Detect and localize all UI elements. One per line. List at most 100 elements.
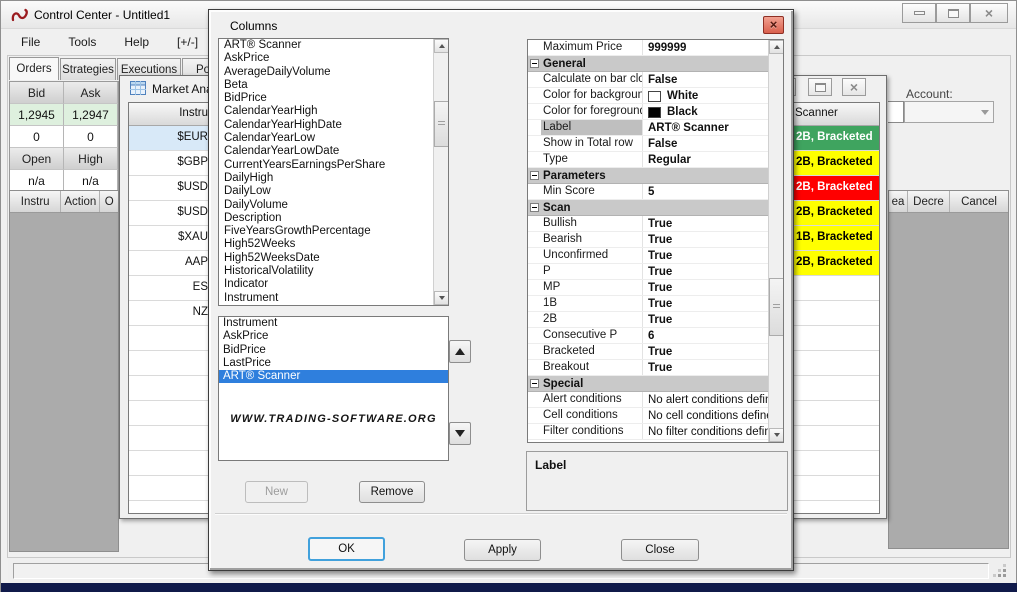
orders-col-instrument[interactable]: Instru xyxy=(10,191,61,212)
instrument-cell[interactable] xyxy=(129,326,213,350)
selected-column-item[interactable]: BidPrice xyxy=(219,344,448,357)
property-name[interactable]: Filter conditions xyxy=(541,424,642,439)
scanner-cell[interactable]: 2B, Bracketed xyxy=(791,126,879,150)
available-column-item[interactable]: FiveYearsGrowthPercentage xyxy=(220,225,433,238)
instrument-cell[interactable] xyxy=(129,476,213,500)
property-value[interactable]: True xyxy=(642,248,768,263)
property-name[interactable]: P xyxy=(541,264,642,279)
order-entry-field-fragment[interactable] xyxy=(888,101,904,123)
property-value[interactable]: ART® Scanner xyxy=(642,120,768,135)
property-row[interactable]: BullishTrue xyxy=(528,216,768,232)
property-row[interactable]: BearishTrue xyxy=(528,232,768,248)
available-column-item[interactable]: CalendarYearHighDate xyxy=(220,119,433,132)
maximize-button[interactable] xyxy=(936,3,970,23)
property-value[interactable]: Regular xyxy=(642,152,768,167)
property-name[interactable]: Unconfirmed xyxy=(541,248,642,263)
property-name[interactable]: Bearish xyxy=(541,232,642,247)
ma-maximize-button[interactable] xyxy=(808,78,832,96)
orders-col-action[interactable]: Action xyxy=(61,191,100,212)
selected-column-item[interactable]: LastPrice xyxy=(219,357,448,370)
instrument-cell[interactable]: $GBP xyxy=(129,151,213,175)
property-name[interactable]: Label xyxy=(541,120,642,135)
available-column-item[interactable]: DailyHigh xyxy=(220,172,433,185)
property-value[interactable]: True xyxy=(642,232,768,247)
scanner-cell[interactable] xyxy=(791,476,879,500)
tab-strategies[interactable]: Strategies xyxy=(60,58,116,80)
property-name[interactable]: Calculate on bar clos xyxy=(541,72,642,87)
property-value[interactable]: No alert conditions define xyxy=(642,392,768,407)
property-name[interactable]: Maximum Price xyxy=(541,40,642,55)
scanner-cell[interactable]: 2B, Bracketed xyxy=(791,151,879,175)
property-section-row[interactable]: Scan xyxy=(528,200,768,216)
menu-help[interactable]: Help xyxy=(124,35,149,49)
menu-tools[interactable]: Tools xyxy=(68,35,96,49)
available-column-item[interactable]: High52Weeks xyxy=(220,238,433,251)
selected-column-item[interactable]: ART® Scanner xyxy=(219,370,448,383)
property-row[interactable]: Alert conditionsNo alert conditions defi… xyxy=(528,392,768,408)
available-column-item[interactable]: DailyVolume xyxy=(220,199,433,212)
property-value[interactable]: False xyxy=(642,72,768,87)
ok-button[interactable]: OK xyxy=(308,537,385,561)
property-row[interactable]: Color for backgroundWhite xyxy=(528,88,768,104)
orders-col-increase[interactable]: ea xyxy=(889,191,908,212)
property-row[interactable]: Filter conditionsNo filter conditions de… xyxy=(528,424,768,440)
remove-button[interactable]: Remove xyxy=(359,481,425,503)
scroll-down-button[interactable] xyxy=(769,428,784,442)
property-row[interactable]: PTrue xyxy=(528,264,768,280)
dialog-close-action-button[interactable]: Close xyxy=(621,539,699,561)
collapse-icon[interactable] xyxy=(530,379,539,388)
property-name[interactable]: Consecutive P xyxy=(541,328,642,343)
property-name[interactable]: Bullish xyxy=(541,216,642,231)
property-row[interactable]: Consecutive P6 xyxy=(528,328,768,344)
property-row[interactable]: LabelART® Scanner xyxy=(528,120,768,136)
orders-col-order[interactable]: O xyxy=(100,191,118,212)
instrument-cell[interactable]: AAP xyxy=(129,251,213,275)
available-column-item[interactable]: CurrentYearsEarningsPerShare xyxy=(220,159,433,172)
property-row[interactable]: BracketedTrue xyxy=(528,344,768,360)
property-name[interactable]: Type xyxy=(541,152,642,167)
scanner-cell[interactable]: 2B, Bracketed xyxy=(791,176,879,200)
property-value[interactable]: True xyxy=(642,296,768,311)
instrument-cell[interactable] xyxy=(129,351,213,375)
property-value[interactable]: True xyxy=(642,216,768,231)
property-row[interactable]: Maximum Price999999 xyxy=(528,40,768,56)
move-down-button[interactable] xyxy=(449,422,471,445)
scanner-cell[interactable] xyxy=(791,376,879,400)
orders-col-cancel[interactable]: Cancel xyxy=(950,191,1008,212)
apply-button[interactable]: Apply xyxy=(464,539,541,561)
tab-orders[interactable]: Orders xyxy=(9,57,59,80)
available-column-item[interactable]: CalendarYearHigh xyxy=(220,105,433,118)
move-up-button[interactable] xyxy=(449,340,471,363)
property-row[interactable]: UnconfirmedTrue xyxy=(528,248,768,264)
instrument-cell[interactable]: ES xyxy=(129,276,213,300)
ma-close-button[interactable]: × xyxy=(842,78,866,96)
property-row[interactable]: MPTrue xyxy=(528,280,768,296)
property-value[interactable]: True xyxy=(642,264,768,279)
available-column-item[interactable]: High52WeeksDate xyxy=(220,252,433,265)
scanner-cell[interactable] xyxy=(791,326,879,350)
collapse-icon[interactable] xyxy=(530,171,539,180)
property-name[interactable]: Min Score xyxy=(541,184,642,199)
available-column-item[interactable]: DailyLow xyxy=(220,185,433,198)
scroll-down-button[interactable] xyxy=(434,291,449,305)
collapse-icon[interactable] xyxy=(530,59,539,68)
property-value[interactable]: No filter conditions define xyxy=(642,424,768,439)
scrollbar-thumb[interactable] xyxy=(769,278,784,336)
scanner-column-header[interactable]: Scanner xyxy=(795,107,838,119)
property-section-row[interactable]: Special xyxy=(528,376,768,392)
instrument-cell[interactable]: $USD xyxy=(129,176,213,200)
selected-column-item[interactable]: AskPrice xyxy=(219,330,448,343)
property-value[interactable]: Black xyxy=(642,104,768,119)
property-name[interactable]: 2B xyxy=(541,312,642,327)
available-column-item[interactable]: CalendarYearLow xyxy=(220,132,433,145)
property-value[interactable]: 5 xyxy=(642,184,768,199)
available-column-item[interactable]: Indicator xyxy=(220,278,433,291)
scanner-cell[interactable] xyxy=(791,301,879,325)
property-name[interactable]: MP xyxy=(541,280,642,295)
property-row[interactable]: Show in Total rowFalse xyxy=(528,136,768,152)
available-column-item[interactable]: BidPrice xyxy=(220,92,433,105)
menu-file[interactable]: File xyxy=(21,35,40,49)
property-name[interactable]: Breakout xyxy=(541,360,642,375)
property-grid-scrollbar[interactable] xyxy=(768,40,783,442)
available-column-item[interactable]: Description xyxy=(220,212,433,225)
